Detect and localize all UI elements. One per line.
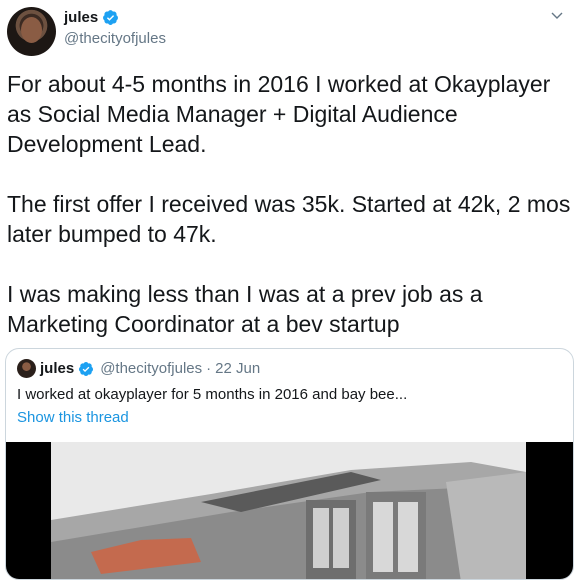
quoted-tweet-date[interactable]: 22 Jun bbox=[215, 360, 260, 377]
verified-badge-icon bbox=[103, 10, 119, 25]
quoted-tweet-header: jules @thecityofjules · 22 Jun bbox=[17, 359, 260, 378]
quoted-tweet-text: I worked at okayplayer for 5 months in 2… bbox=[17, 386, 408, 403]
author-avatar[interactable] bbox=[7, 7, 56, 56]
show-thread-link[interactable]: Show this thread bbox=[17, 409, 129, 426]
quoted-tweet-media[interactable] bbox=[6, 442, 573, 579]
author-name[interactable]: jules bbox=[64, 9, 98, 26]
quoted-author-name: jules bbox=[40, 360, 75, 377]
bus-image bbox=[51, 442, 526, 579]
video-thumbnail[interactable] bbox=[51, 442, 526, 579]
chevron-down-icon[interactable] bbox=[549, 7, 565, 23]
quoted-tweet[interactable]: jules @thecityofjules · 22 Jun I worked … bbox=[5, 348, 574, 580]
author-handle[interactable]: @thecityofjules bbox=[64, 30, 166, 47]
quoted-author-handle: @thecityofjules bbox=[100, 360, 203, 377]
separator-dot: · bbox=[206, 360, 212, 377]
author-name-row: jules bbox=[64, 9, 119, 26]
tweet-text: For about 4-5 months in 2016 I worked at… bbox=[7, 71, 571, 337]
quoted-author-avatar bbox=[17, 359, 36, 378]
verified-badge-icon bbox=[79, 361, 94, 376]
